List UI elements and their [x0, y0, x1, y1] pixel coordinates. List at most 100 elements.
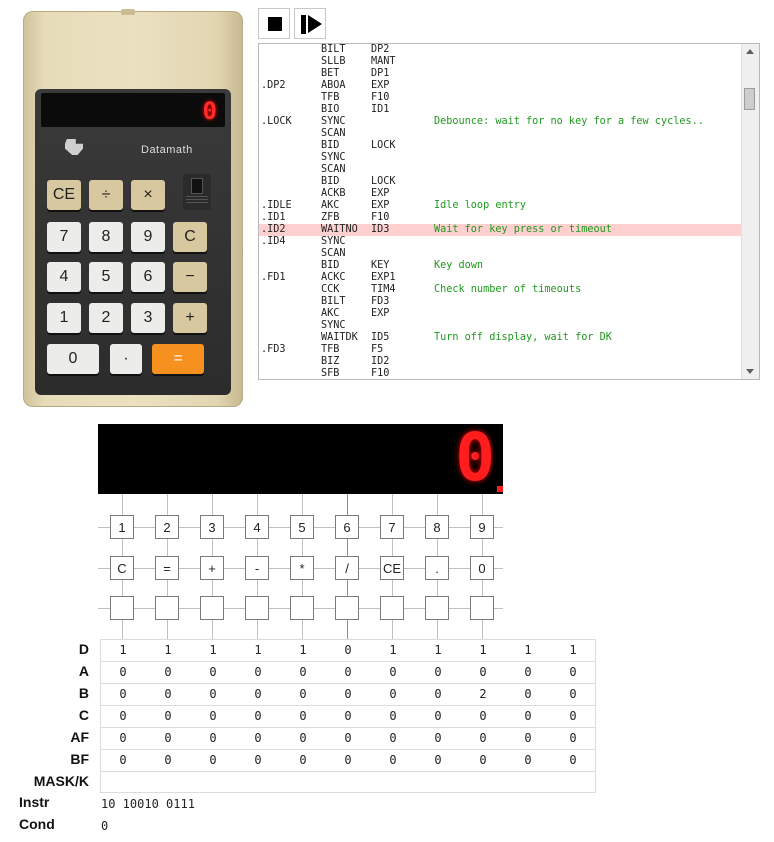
matrix-key[interactable]: 0 — [470, 556, 494, 580]
calc-key[interactable]: 4 — [47, 262, 81, 292]
code-op: SCAN — [321, 128, 346, 139]
code-line[interactable]: .ID1 ZFB F10 — [259, 212, 743, 224]
code-line[interactable]: CCK TIM4 Check number of timeouts — [259, 284, 743, 296]
matrix-key[interactable] — [110, 596, 134, 620]
code-line[interactable]: SFB F10 — [259, 368, 743, 379]
matrix-key[interactable]: 5 — [290, 515, 314, 539]
code-line[interactable]: .FD3 TFB F5 — [259, 344, 743, 356]
matrix-key[interactable]: 4 — [245, 515, 269, 539]
calc-key[interactable]: 8 — [89, 222, 123, 252]
step-button[interactable] — [294, 8, 326, 39]
calc-key[interactable]: + — [173, 303, 207, 333]
register-row: 0 0 0 0 0 0 0 0 0 0 0 — [101, 662, 595, 684]
calc-key[interactable]: 1 — [47, 303, 81, 333]
stop-button[interactable] — [258, 8, 290, 39]
code-comment: Idle loop entry — [434, 200, 527, 211]
matrix-key[interactable] — [200, 596, 224, 620]
code-line[interactable]: .DP2 ABOA EXP — [259, 80, 743, 92]
matrix-key[interactable]: 7 — [380, 515, 404, 539]
matrix-key[interactable] — [290, 596, 314, 620]
register-digit: 0 — [119, 709, 127, 723]
register-digit: 0 — [434, 709, 442, 723]
matrix-key[interactable]: 9 — [470, 515, 494, 539]
matrix-key[interactable]: - — [245, 556, 269, 580]
register-digit: 0 — [524, 709, 532, 723]
code-line[interactable]: BET DP1 — [259, 68, 743, 80]
power-switch[interactable] — [183, 174, 211, 210]
scroll-up-icon[interactable] — [746, 49, 754, 54]
register-digit: 0 — [164, 709, 172, 723]
code-line[interactable]: SCAN — [259, 248, 743, 260]
code-line[interactable]: WAITDK ID5 Turn off display, wait for DK — [259, 332, 743, 344]
calc-key[interactable]: ÷ — [89, 180, 123, 210]
code-line[interactable]: SCAN — [259, 128, 743, 140]
code-line[interactable]: SCAN — [259, 164, 743, 176]
matrix-key[interactable] — [155, 596, 179, 620]
code-line[interactable]: .ID4 SYNC — [259, 236, 743, 248]
code-op: BILT — [321, 44, 346, 55]
matrix-key[interactable]: / — [335, 556, 359, 580]
calc-key[interactable]: 0 — [47, 344, 99, 374]
calc-key[interactable]: × — [131, 180, 165, 210]
matrix-key[interactable]: . — [425, 556, 449, 580]
matrix-key[interactable]: 1 — [110, 515, 134, 539]
matrix-key[interactable] — [245, 596, 269, 620]
register-label: MASK/K — [33, 773, 89, 789]
code-op: SFB — [321, 368, 340, 379]
calc-key[interactable]: = — [152, 344, 204, 374]
code-line[interactable]: .FD1 ACKC EXP1 — [259, 272, 743, 284]
matrix-key[interactable]: 3 — [200, 515, 224, 539]
code-label: .ID4 — [261, 236, 286, 247]
code-listing[interactable]: BILT DP2 SLLB MANT BET DP1 .DP2 ABOA EXP TFB F10 BI… — [258, 43, 760, 380]
code-line[interactable]: SYNC — [259, 152, 743, 164]
calc-key[interactable]: · — [110, 344, 142, 374]
matrix-key[interactable] — [335, 596, 359, 620]
code-line[interactable]: ACKB EXP — [259, 188, 743, 200]
matrix-key[interactable] — [380, 596, 404, 620]
code-arg: LOCK — [371, 176, 396, 187]
calc-key[interactable]: 9 — [131, 222, 165, 252]
code-line[interactable]: AKC EXP — [259, 308, 743, 320]
calc-key[interactable]: 3 — [131, 303, 165, 333]
listing-scrollbar[interactable] — [741, 44, 759, 379]
code-line[interactable]: .LOCK SYNC Debounce: wait for no key for a… — [259, 116, 743, 128]
code-line[interactable]: .IDLE AKC EXP Idle loop entry — [259, 200, 743, 212]
code-line[interactable]: BILT DP2 — [259, 44, 743, 56]
calc-key[interactable]: C — [173, 222, 207, 252]
code-line[interactable]: BID LOCK — [259, 140, 743, 152]
code-line[interactable]: BIZ ID2 — [259, 356, 743, 368]
code-line[interactable]: BID KEY Key down — [259, 260, 743, 272]
code-arg: FD3 — [371, 296, 390, 307]
scroll-thumb[interactable] — [744, 88, 755, 110]
code-line[interactable]: BID LOCK — [259, 176, 743, 188]
code-line[interactable]: BIO ID1 — [259, 104, 743, 116]
calc-key[interactable]: − — [173, 262, 207, 292]
calculator-image: 0 Datamath CE ÷ × 7 8 9 C 4 5 6− 1 2 3 +0 · = — [23, 9, 243, 407]
code-line[interactable]: SLLB MANT — [259, 56, 743, 68]
calc-key[interactable]: CE — [47, 180, 81, 210]
matrix-key[interactable]: = — [155, 556, 179, 580]
matrix-key[interactable] — [470, 596, 494, 620]
code-line[interactable]: TFB F10 — [259, 92, 743, 104]
code-line[interactable]: SYNC — [259, 320, 743, 332]
matrix-key[interactable]: 6 — [335, 515, 359, 539]
matrix-key[interactable]: C — [110, 556, 134, 580]
code-line[interactable]: BILT FD3 — [259, 296, 743, 308]
code-line[interactable]: .ID2 WAITNO ID3 Wait for key press or timeo… — [259, 224, 743, 236]
calc-key[interactable]: 5 — [89, 262, 123, 292]
scroll-down-icon[interactable] — [746, 369, 754, 374]
calc-key[interactable]: 6 — [131, 262, 165, 292]
calc-key[interactable]: 7 — [47, 222, 81, 252]
matrix-key[interactable] — [425, 596, 449, 620]
matrix-key[interactable]: 2 — [155, 515, 179, 539]
calc-key[interactable]: 2 — [89, 303, 123, 333]
code-arg: ID3 — [371, 224, 390, 235]
register-digit: 1 — [254, 643, 262, 657]
register-label: AF — [70, 729, 89, 745]
register-label: D — [78, 641, 89, 657]
matrix-key[interactable]: CE — [380, 556, 404, 580]
register-digit: 0 — [164, 665, 172, 679]
matrix-key[interactable]: * — [290, 556, 314, 580]
matrix-key[interactable]: + — [200, 556, 224, 580]
matrix-key[interactable]: 8 — [425, 515, 449, 539]
